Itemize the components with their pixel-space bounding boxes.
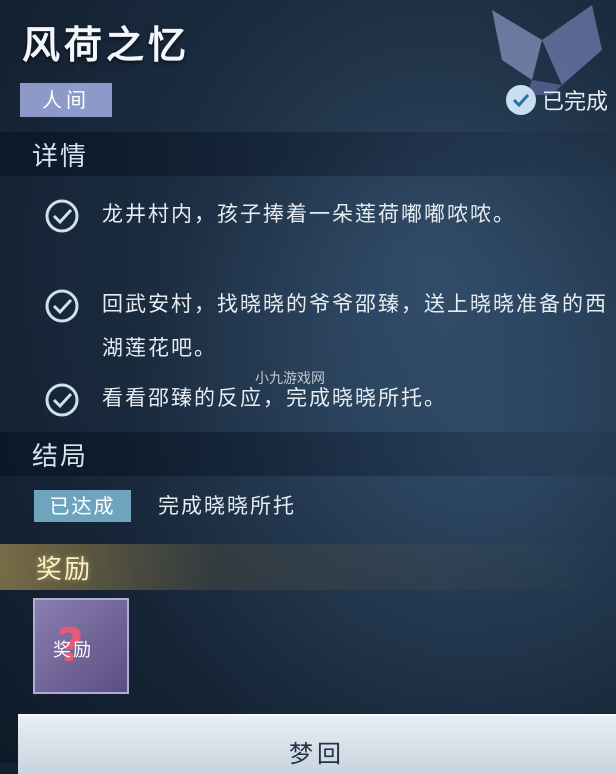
- details-header-bar: [0, 132, 616, 176]
- task-item: 回武安村，找晓晓的爷爷邵臻，送上晓晓准备的西湖莲花吧。: [42, 282, 616, 370]
- check-icon: [45, 199, 79, 233]
- watermark: 小九游戏网: [255, 371, 325, 387]
- check-circle-icon: [505, 85, 536, 115]
- details-heading: 详情: [32, 142, 89, 172]
- task-text: 龙井村内，孩子捧着一朵莲荷嘟嘟哝哝。: [102, 202, 516, 226]
- reward-item-label: 奖励: [53, 640, 93, 661]
- completion-status: 已完成: [505, 83, 608, 117]
- check-icon: [45, 383, 79, 417]
- check-icon: [45, 289, 79, 323]
- status-label: 已完成: [541, 90, 608, 115]
- task-text: 回武安村，找晓晓的爷爷邵臻，送上晓晓准备的西湖莲花吧。: [102, 292, 608, 360]
- rewards-heading: 奖励: [36, 555, 93, 585]
- ending-text: 完成晓晓所托: [158, 494, 296, 518]
- reward-item[interactable]: ? 奖励: [33, 598, 129, 694]
- ending-header-bar: [0, 432, 616, 476]
- crystal-emblem-icon: [492, 5, 602, 95]
- task-text: 看看邵臻的反应，完成晓晓所托。: [102, 386, 447, 410]
- task-item: 看看邵臻的反应，完成晓晓所托。: [42, 376, 616, 420]
- ending-heading: 结局: [32, 442, 89, 472]
- achieved-badge: 已达成: [34, 490, 131, 522]
- rewards-header-bar: [0, 544, 616, 590]
- realm-tag: 人间: [20, 83, 112, 117]
- task-item: 龙井村内，孩子捧着一朵莲荷嘟嘟哝哝。: [42, 192, 616, 236]
- quest-title: 风荷之忆: [22, 23, 191, 67]
- dream-recall-button[interactable]: 梦回: [18, 714, 616, 774]
